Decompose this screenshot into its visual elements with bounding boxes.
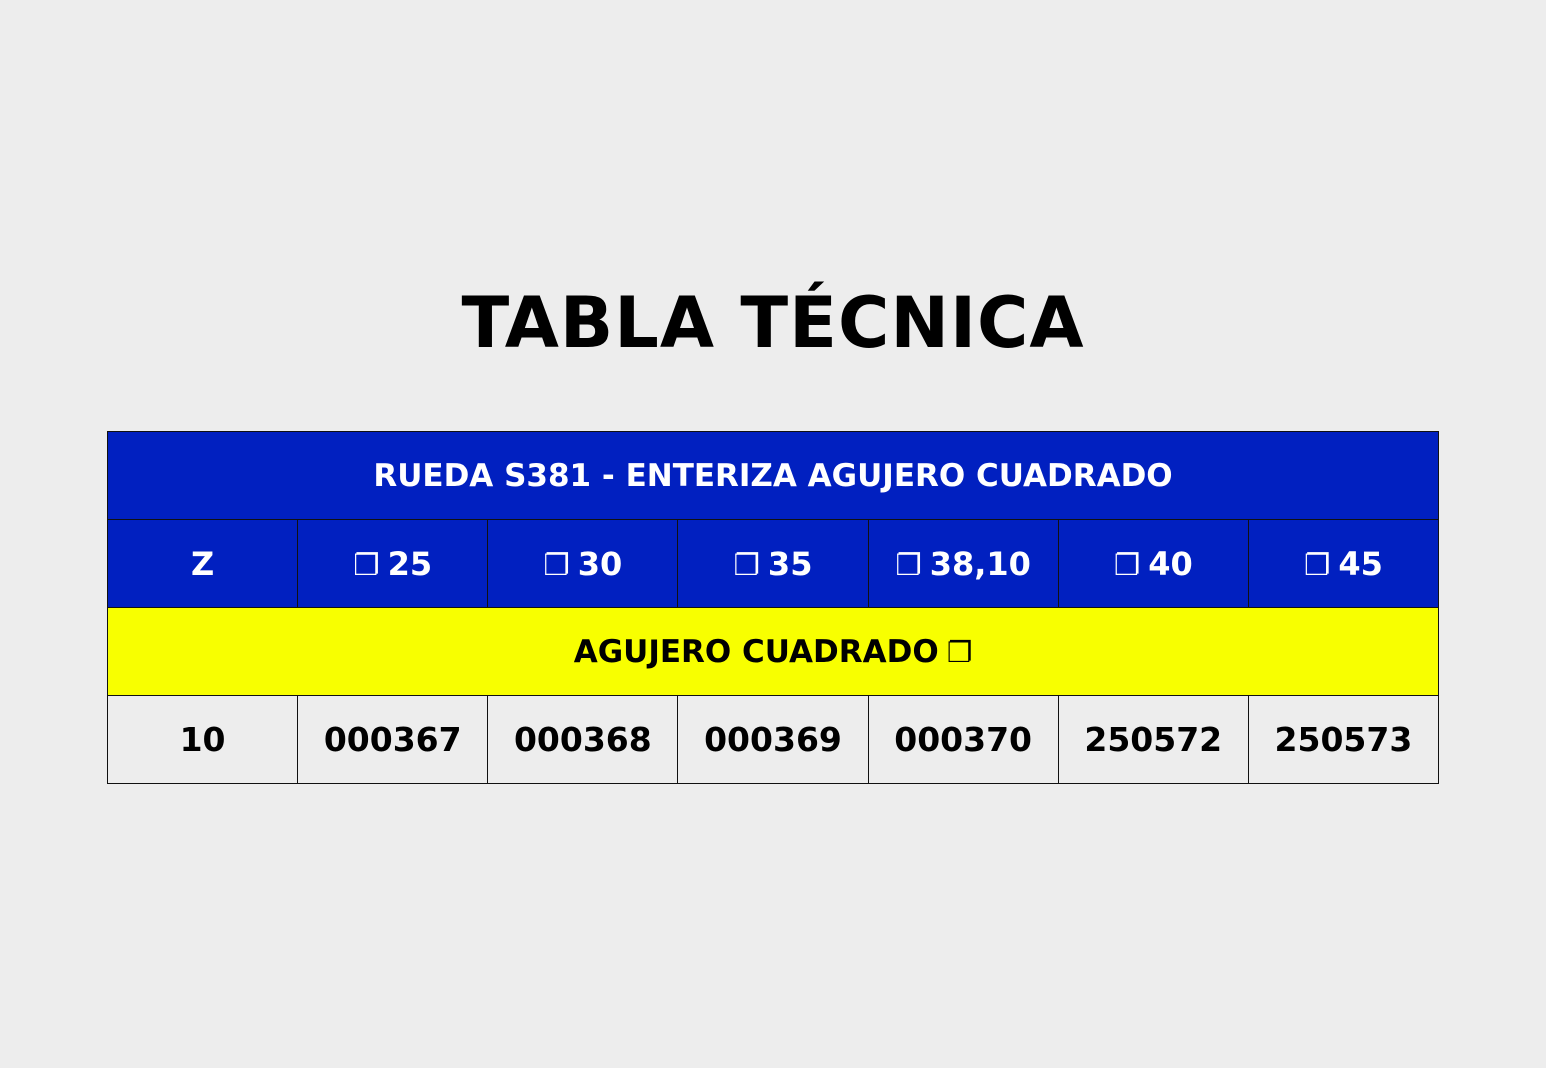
table-cell: 250572	[1057, 695, 1249, 784]
header-label: 38,10	[929, 544, 1031, 583]
technical-table: RUEDA S381 - ENTERIZA AGUJERO CUADRADO Z…	[106, 431, 1440, 784]
square-icon: ❐	[733, 547, 760, 582]
table-row: 10 000367 000368 000369 000370 250572 25…	[106, 695, 1440, 784]
page-title: TABLA TÉCNICA	[461, 282, 1085, 364]
table-cell: 10	[106, 695, 299, 784]
table-header-row: Z ❐ 25 ❐ 30 ❐ 35 ❐ 38,10 ❐ 40 ❐ 45	[106, 519, 1440, 608]
section-label: AGUJERO CUADRADO	[573, 633, 939, 670]
header-cell-25: ❐ 25	[297, 519, 489, 608]
table-cell: 000367	[297, 695, 489, 784]
square-icon: ❐	[353, 547, 380, 582]
header-label: Z	[190, 544, 215, 583]
square-icon: ❐	[543, 547, 570, 582]
header-label: 30	[577, 544, 623, 583]
header-label: 40	[1148, 544, 1193, 583]
header-label: 45	[1338, 544, 1383, 583]
table-caption: RUEDA S381 - ENTERIZA AGUJERO CUADRADO	[107, 431, 1439, 520]
header-cell-z: Z	[106, 519, 299, 608]
table-cell: 250573	[1247, 695, 1440, 784]
section-label-cell: AGUJERO CUADRADO ❐	[107, 607, 1439, 696]
header-cell-38-10: ❐ 38,10	[867, 519, 1059, 608]
header-label: 25	[387, 544, 433, 583]
header-cell-35: ❐ 35	[677, 519, 869, 608]
square-icon: ❐	[1113, 547, 1141, 582]
square-icon: ❐	[1303, 547, 1331, 582]
header-cell-45: ❐ 45	[1247, 519, 1440, 608]
section-row: AGUJERO CUADRADO ❐	[107, 607, 1439, 696]
table-cell: 000370	[867, 695, 1059, 784]
square-icon: ❐	[946, 635, 973, 669]
table-cell: 000369	[677, 695, 869, 784]
table-cell: 000368	[487, 695, 679, 784]
header-label: 35	[767, 544, 813, 583]
square-icon: ❐	[895, 547, 922, 582]
header-cell-40: ❐ 40	[1057, 519, 1249, 608]
header-cell-30: ❐ 30	[487, 519, 679, 608]
table-caption-row: RUEDA S381 - ENTERIZA AGUJERO CUADRADO	[107, 431, 1439, 520]
